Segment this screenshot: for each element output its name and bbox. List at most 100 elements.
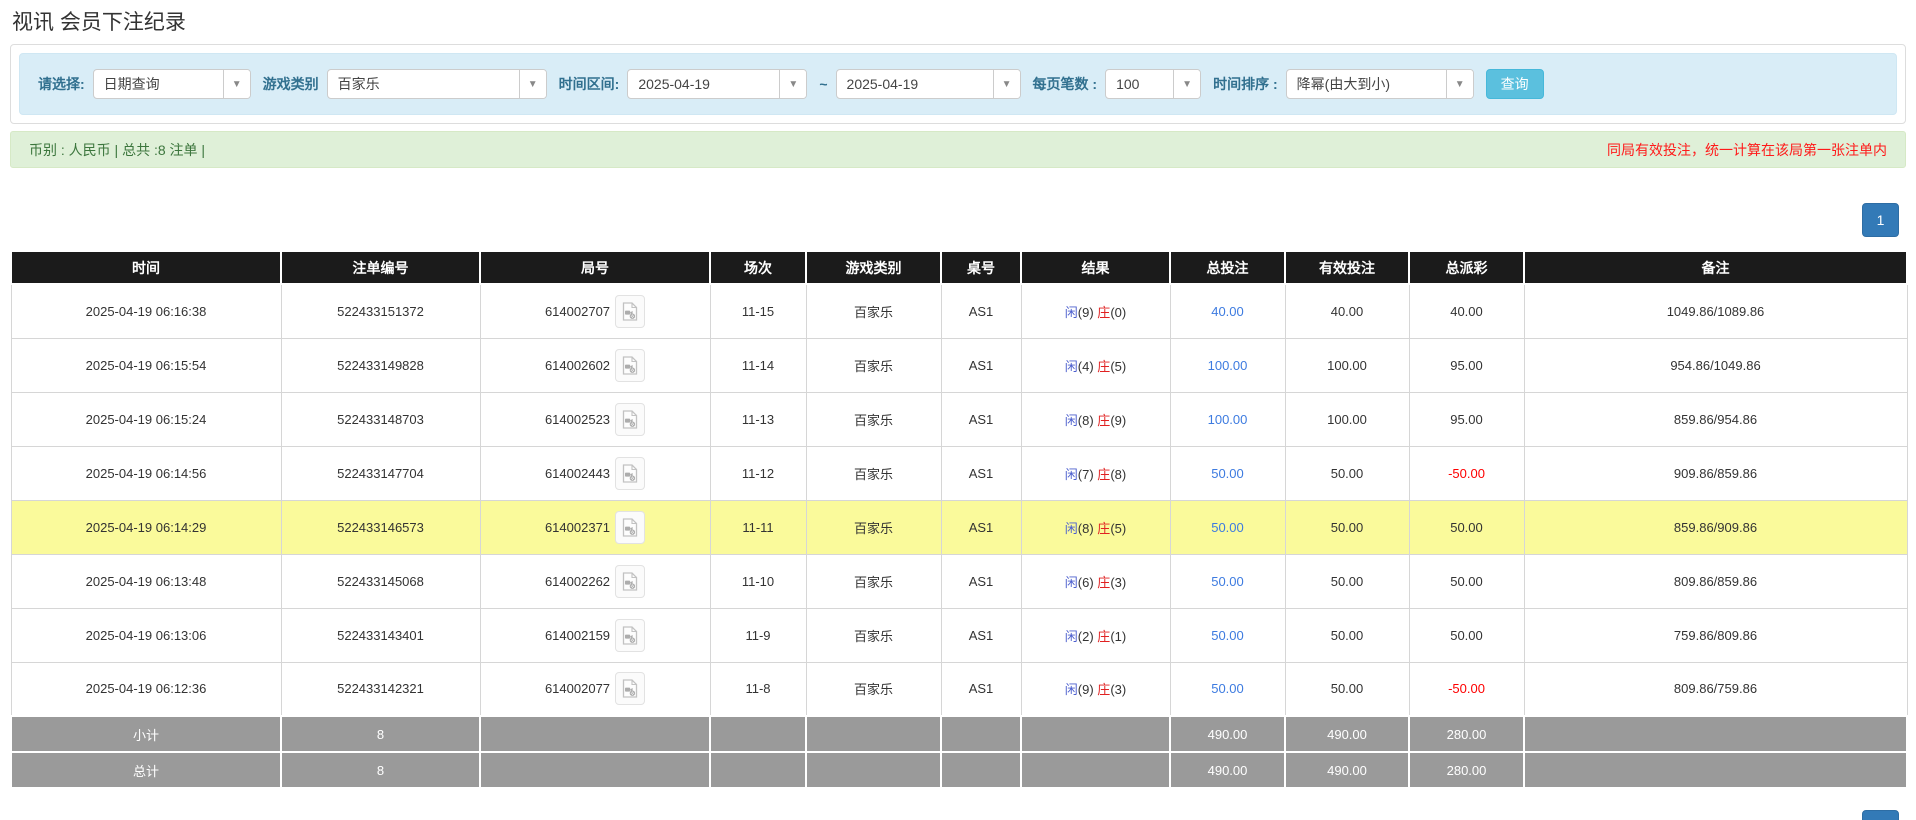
date-range-separator: ~: [819, 76, 827, 92]
chevron-down-icon[interactable]: ▼: [993, 70, 1020, 98]
total-bet-link[interactable]: 50.00: [1211, 520, 1244, 535]
column-header: 总投注: [1170, 251, 1285, 284]
query-type-label: 请选择:: [38, 74, 85, 94]
video-replay-button[interactable]: [615, 511, 645, 544]
summary-cell: [806, 716, 941, 752]
chevron-down-icon[interactable]: ▼: [779, 70, 806, 98]
chevron-down-icon[interactable]: ▼: [223, 70, 250, 98]
pagination-page-1-top[interactable]: 1: [1862, 203, 1899, 237]
cell-game-type: 百家乐: [806, 662, 941, 716]
video-replay-button[interactable]: [615, 403, 645, 436]
video-replay-icon: [622, 302, 638, 321]
cell-table-no: AS1: [941, 554, 1021, 608]
video-replay-icon: [622, 679, 638, 698]
game-type-select[interactable]: 百家乐 ▼: [327, 69, 547, 99]
cell-game-type: 百家乐: [806, 284, 941, 338]
cell-valid-bet: 50.00: [1285, 608, 1409, 662]
cell-total-bet: 40.00: [1170, 284, 1285, 338]
table-row: 2025-04-19 06:13:48522433145068614002262…: [11, 554, 1907, 608]
cell-time: 2025-04-19 06:16:38: [11, 284, 281, 338]
video-replay-icon: [622, 518, 638, 537]
cell-time: 2025-04-19 06:12:36: [11, 662, 281, 716]
total-bet-link[interactable]: 40.00: [1211, 304, 1244, 319]
cell-time: 2025-04-19 06:13:06: [11, 608, 281, 662]
cell-time: 2025-04-19 06:15:54: [11, 338, 281, 392]
player-result: 闲: [1065, 359, 1078, 374]
betting-records-page: 视讯 会员下注纪录 请选择: 日期查询 ▼ 游戏类别 百家乐 ▼ 时间区间: 2…: [0, 0, 1916, 820]
cell-round-id: 614002443: [480, 446, 710, 500]
banker-result: 庄: [1097, 359, 1110, 374]
cell-result: 闲(9) 庄(0): [1021, 284, 1170, 338]
video-replay-button[interactable]: [615, 565, 645, 598]
player-result: 闲: [1065, 682, 1078, 697]
total-bet-link[interactable]: 50.00: [1211, 466, 1244, 481]
date-from-select[interactable]: 2025-04-19 ▼: [627, 69, 807, 99]
summary-cell: [1021, 752, 1170, 788]
video-replay-button[interactable]: [615, 619, 645, 652]
cell-bet-id: 522433151372: [281, 284, 480, 338]
video-replay-icon: [622, 410, 638, 429]
cell-valid-bet: 50.00: [1285, 500, 1409, 554]
player-result: 闲: [1065, 575, 1078, 590]
subtotal-row: 小计8490.00490.00280.00: [11, 716, 1907, 752]
chevron-down-icon[interactable]: ▼: [1446, 70, 1473, 98]
video-replay-button[interactable]: [615, 349, 645, 382]
cell-session: 11-13: [710, 392, 806, 446]
player-result: 闲: [1065, 467, 1078, 482]
cell-payout: 50.00: [1409, 500, 1524, 554]
search-button[interactable]: 查询: [1486, 69, 1544, 99]
cell-payout: 40.00: [1409, 284, 1524, 338]
cell-bet-id: 522433148703: [281, 392, 480, 446]
column-header: 备注: [1524, 251, 1907, 284]
video-replay-button[interactable]: [615, 457, 645, 490]
column-header: 时间: [11, 251, 281, 284]
cell-result: 闲(8) 庄(5): [1021, 500, 1170, 554]
cell-remark: 759.86/809.86: [1524, 608, 1907, 662]
banker-result: 庄: [1097, 629, 1110, 644]
summary-cell: [710, 716, 806, 752]
filter-bar: 请选择: 日期查询 ▼ 游戏类别 百家乐 ▼ 时间区间: 2025-04-19 …: [19, 53, 1897, 115]
query-type-select[interactable]: 日期查询 ▼: [93, 69, 251, 99]
time-sort-select[interactable]: 降幂(由大到小) ▼: [1286, 69, 1474, 99]
cell-session: 11-9: [710, 608, 806, 662]
cell-session: 11-8: [710, 662, 806, 716]
pagination-page-1-bottom[interactable]: 1: [1862, 810, 1899, 820]
cell-bet-id: 522433147704: [281, 446, 480, 500]
cell-game-type: 百家乐: [806, 608, 941, 662]
summary-cell: 490.00: [1170, 716, 1285, 752]
summary-cell: [710, 752, 806, 788]
chevron-down-icon[interactable]: ▼: [519, 70, 546, 98]
table-body: 2025-04-19 06:16:38522433151372614002707…: [11, 284, 1907, 788]
summary-info-bar: 币别 : 人民币 | 总共 :8 注单 | 同局有效投注，统一计算在该局第一张注…: [10, 131, 1906, 168]
cell-payout: 50.00: [1409, 608, 1524, 662]
total-bet-link[interactable]: 50.00: [1211, 628, 1244, 643]
cell-total-bet: 50.00: [1170, 446, 1285, 500]
cell-total-bet: 50.00: [1170, 554, 1285, 608]
cell-remark: 909.86/859.86: [1524, 446, 1907, 500]
total-bet-link[interactable]: 100.00: [1208, 412, 1248, 427]
cell-time: 2025-04-19 06:13:48: [11, 554, 281, 608]
cell-session: 11-15: [710, 284, 806, 338]
date-to-select[interactable]: 2025-04-19 ▼: [836, 69, 1021, 99]
column-header: 有效投注: [1285, 251, 1409, 284]
total-bet-link[interactable]: 50.00: [1211, 681, 1244, 696]
column-header: 场次: [710, 251, 806, 284]
summary-cell: [806, 752, 941, 788]
column-header: 桌号: [941, 251, 1021, 284]
cell-round-id: 614002159: [480, 608, 710, 662]
video-replay-button[interactable]: [615, 295, 645, 328]
time-sort-label: 时间排序 :: [1213, 74, 1278, 94]
column-header: 注单编号: [281, 251, 480, 284]
total-bet-link[interactable]: 50.00: [1211, 574, 1244, 589]
cell-payout: -50.00: [1409, 662, 1524, 716]
summary-cell: [941, 716, 1021, 752]
total-bet-link[interactable]: 100.00: [1208, 358, 1248, 373]
column-header: 结果: [1021, 251, 1170, 284]
video-replay-button[interactable]: [615, 672, 645, 705]
per-page-label: 每页笔数 :: [1033, 74, 1098, 94]
cell-valid-bet: 50.00: [1285, 446, 1409, 500]
per-page-select[interactable]: 100 ▼: [1105, 69, 1201, 99]
cell-session: 11-11: [710, 500, 806, 554]
chevron-down-icon[interactable]: ▼: [1173, 70, 1200, 98]
summary-cell: 280.00: [1409, 752, 1524, 788]
